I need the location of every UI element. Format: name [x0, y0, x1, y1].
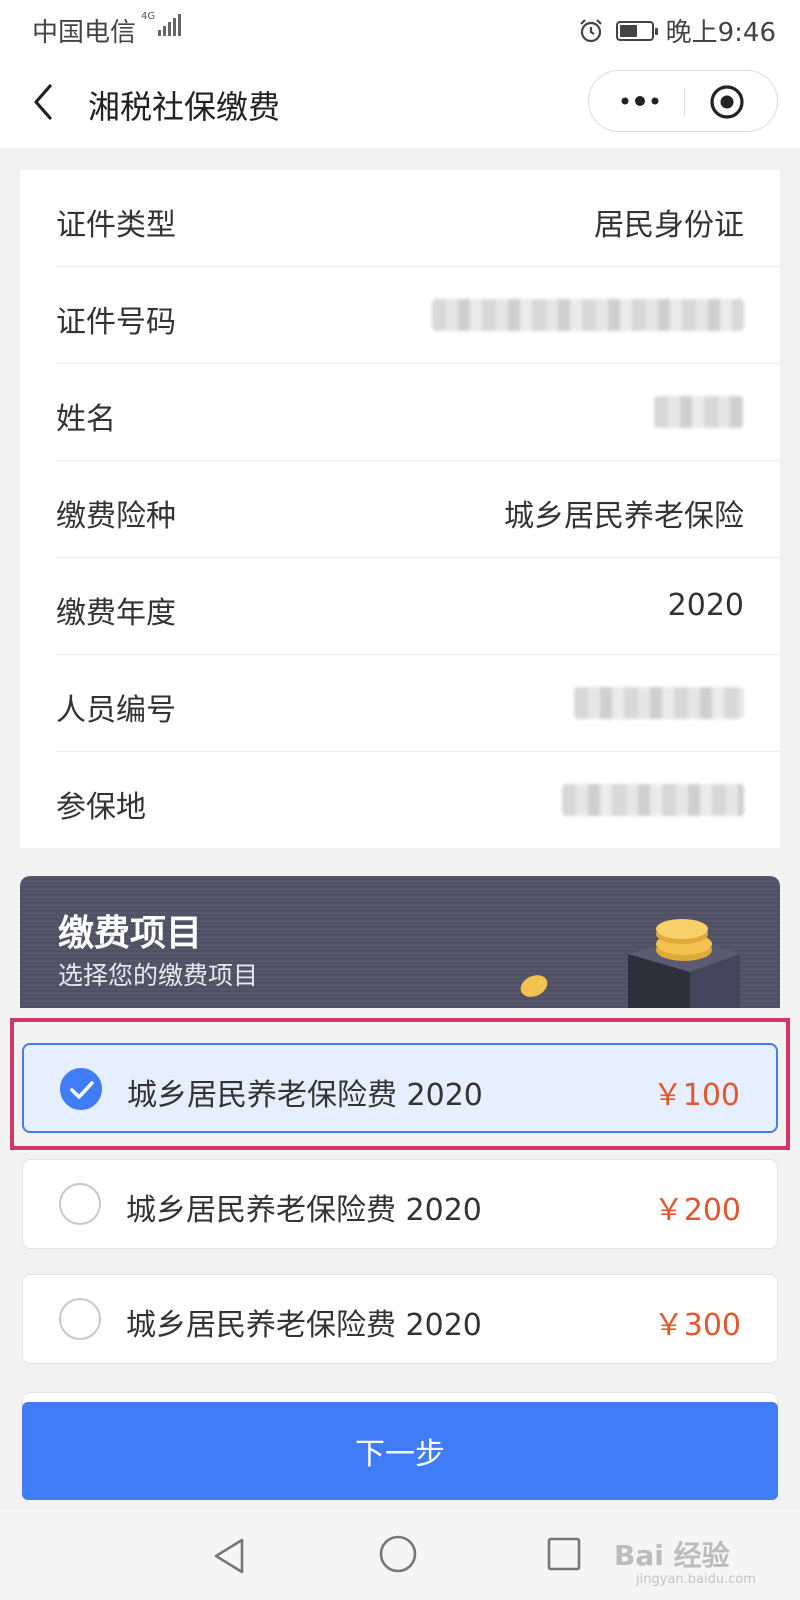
- alarm-icon: [579, 18, 602, 42]
- info-row-year: 缴费年度 2020: [56, 558, 780, 655]
- watermark-url: jingyan.baidu.com: [636, 1572, 756, 1587]
- info-card: 证件类型 居民身份证 证件号码 姓名 缴费险种 城乡居民养老保险 缴费年度 20…: [20, 170, 780, 848]
- banner-title: 缴费项目: [58, 913, 203, 954]
- info-row-person-number: 人员编号: [56, 655, 780, 752]
- redacted-value: [562, 784, 744, 816]
- info-label: 缴费险种: [56, 499, 176, 534]
- banner-subtitle: 选择您的缴费项目: [58, 961, 259, 990]
- info-label: 姓名: [56, 402, 116, 437]
- capsule-divider: [684, 87, 685, 117]
- redacted-value: [654, 396, 744, 428]
- item-name: 城乡居民养老保险费 2020: [126, 1193, 482, 1228]
- coins-illustration-icon: [520, 919, 740, 1008]
- more-icon[interactable]: [619, 91, 661, 111]
- info-value: 居民身份证: [594, 208, 744, 243]
- battery-icon: [615, 20, 658, 41]
- close-mini-program-icon[interactable]: [709, 84, 745, 120]
- redacted-value: [574, 687, 744, 719]
- page-title: 湘税社保缴费: [88, 88, 281, 126]
- nav-bar: 湘税社保缴费: [0, 56, 800, 148]
- back-arrow-icon[interactable]: [28, 80, 58, 124]
- info-row-name: 姓名: [56, 364, 780, 461]
- system-nav-bar: Bai 经验 jingyan.baidu.com: [0, 1510, 800, 1600]
- info-label: 证件类型: [56, 208, 176, 243]
- item-price: ￥200: [653, 1193, 741, 1228]
- signal-icon: [158, 14, 181, 36]
- mini-program-capsule: [588, 70, 778, 132]
- payment-item-2[interactable]: 城乡居民养老保险费 2020 ￥200: [22, 1159, 778, 1249]
- clock: 晚上9:46: [665, 18, 776, 48]
- system-back-icon[interactable]: [210, 1536, 248, 1576]
- carrier-name: 中国电信: [32, 18, 137, 48]
- info-row-id-number: 证件号码: [56, 267, 780, 364]
- unchecked-radio-icon[interactable]: [59, 1298, 101, 1340]
- payment-item-3[interactable]: 城乡居民养老保险费 2020 ￥300: [22, 1274, 778, 1364]
- info-label: 缴费年度: [56, 596, 176, 631]
- next-step-button[interactable]: 下一步: [22, 1402, 778, 1500]
- info-value: 2020: [667, 588, 744, 623]
- info-row-insurance-type: 缴费险种 城乡居民养老保险: [56, 461, 780, 558]
- info-row-id-type: 证件类型 居民身份证: [56, 170, 780, 267]
- info-value: 城乡居民养老保险: [504, 499, 744, 534]
- network-type: 4G: [141, 11, 156, 22]
- watermark-logo: Bai 经验: [614, 1539, 730, 1572]
- info-label: 人员编号: [56, 693, 176, 728]
- redacted-value: [432, 299, 744, 331]
- system-home-icon[interactable]: [378, 1534, 418, 1574]
- unchecked-radio-icon[interactable]: [59, 1183, 101, 1225]
- annotation-highlight-box: [10, 1018, 790, 1150]
- system-recents-icon[interactable]: [546, 1536, 582, 1572]
- status-bar: 中国电信 4G 晚上9:46: [0, 0, 800, 56]
- info-label: 证件号码: [56, 305, 176, 340]
- item-price: ￥300: [653, 1308, 741, 1343]
- info-label: 参保地: [56, 790, 146, 825]
- item-name: 城乡居民养老保险费 2020: [126, 1308, 482, 1343]
- info-row-location: 参保地: [56, 752, 780, 848]
- payment-items-banner: 缴费项目 选择您的缴费项目: [20, 876, 780, 1008]
